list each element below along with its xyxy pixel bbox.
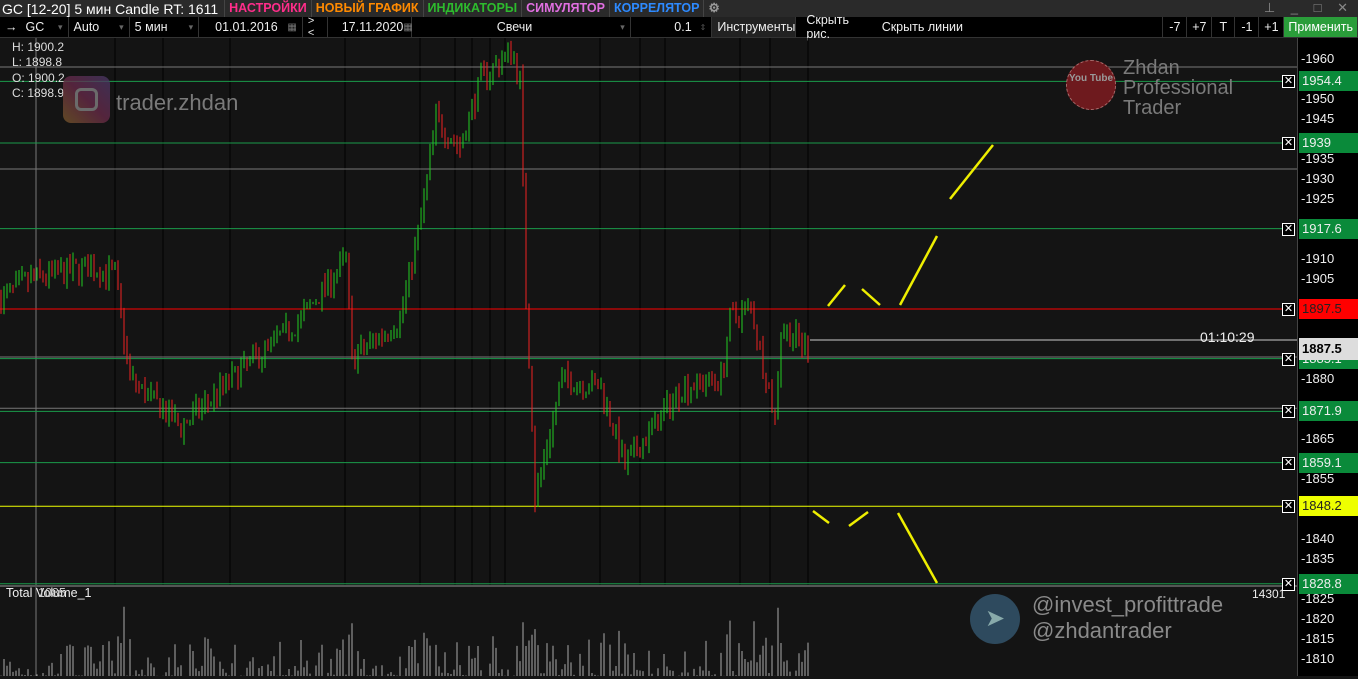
minus7-button[interactable]: -7: [1163, 17, 1188, 37]
plus1-button[interactable]: +1: [1259, 17, 1285, 37]
last-price-label: 1887.5: [1299, 338, 1358, 360]
y-tick-label: -1835: [1301, 551, 1335, 566]
y-tick-label: -1960: [1301, 51, 1335, 66]
projection-line: [949, 144, 994, 200]
chart-type-select[interactable]: Свечи: [412, 17, 631, 37]
remove-level-icon[interactable]: ✕: [1282, 75, 1295, 89]
hide-lines-button[interactable]: Скрыть линии: [872, 17, 1164, 37]
scale-select[interactable]: Auto: [69, 17, 130, 37]
y-tick-label: -1865: [1301, 431, 1335, 446]
y-tick-label: -1950: [1301, 91, 1335, 106]
youtube-watermark: Zhdan Professional Trader: [1123, 57, 1234, 119]
y-tick-label: -1905: [1301, 271, 1335, 286]
ohlc-low: L: 1898.8: [12, 55, 63, 69]
remove-level-icon[interactable]: ✕: [1282, 303, 1295, 316]
date-from-input[interactable]: 01.01.2016 ▦: [199, 17, 303, 37]
y-tick-label: -1935: [1301, 151, 1335, 166]
y-tick-label: -1815: [1301, 631, 1335, 646]
youtube-logo: You Tube: [1066, 60, 1116, 110]
toolbar: →GC Auto 5 мин 01.01.2016▦ > < 17.11.202…: [0, 13, 1358, 41]
y-tick-label: -1945: [1301, 111, 1335, 126]
symbol-select[interactable]: → GC: [0, 17, 69, 37]
candle-timer: 01:10:29: [1200, 329, 1255, 345]
remove-level-icon[interactable]: ✕: [1282, 352, 1295, 366]
minus1-button[interactable]: -1: [1235, 17, 1260, 37]
step-input[interactable]: 0.1 ⇕: [631, 17, 713, 37]
remove-level-icon[interactable]: ✕: [1282, 222, 1295, 236]
y-tick-label: -1840: [1301, 531, 1335, 546]
level-price-label[interactable]: 1939: [1299, 133, 1358, 153]
plus7-button[interactable]: +7: [1187, 17, 1213, 37]
menu-simulator[interactable]: СИМУЛЯТОР: [521, 0, 609, 17]
calendar-icon[interactable]: ▦: [287, 22, 296, 33]
price-axis[interactable]: -1810 -1815 -1820 -1825 -1835 -1840 -1855 -1865…: [1297, 38, 1358, 676]
menu-correlator[interactable]: КОРРЕЛЯТОР: [608, 0, 704, 17]
ohlc-close: C: 1898.9: [12, 86, 65, 100]
level-price-label[interactable]: 1917.6: [1299, 218, 1358, 239]
projection-line: [898, 235, 939, 306]
hide-drawings-button[interactable]: Скрыть рис.: [796, 13, 871, 41]
remove-level-icon[interactable]: ✕: [1282, 405, 1295, 419]
timeframe-select[interactable]: 5 мин: [130, 17, 200, 37]
projection-line: [896, 512, 939, 584]
menu-settings[interactable]: НАСТРОЙКИ: [224, 0, 311, 17]
price-chart[interactable]: H: 1900.2 L: 1898.8 O: 1900.2 C: 1898.9 …: [0, 38, 1297, 676]
menu-indicators[interactable]: ИНДИКАТОРЫ: [422, 0, 522, 17]
projection-line: [827, 284, 846, 307]
level-price-label[interactable]: 1828.8: [1299, 573, 1358, 594]
sync-dates-button[interactable]: > <: [303, 15, 328, 39]
volume-max: 14301: [1252, 587, 1286, 601]
y-tick-label: -1820: [1301, 611, 1335, 626]
chart-canvas[interactable]: [0, 38, 1297, 676]
volume-overlay-value: 1085: [38, 586, 66, 600]
y-tick-label: -1910: [1301, 251, 1335, 266]
projection-line: [848, 510, 869, 528]
remove-level-icon[interactable]: ✕: [1282, 456, 1295, 470]
remove-level-icon[interactable]: ✕: [1282, 577, 1295, 591]
date-to-input[interactable]: 17.11.2020 ▦: [328, 17, 413, 37]
ohlc-open: O: 1900.2: [12, 71, 65, 85]
remove-level-icon[interactable]: ✕: [1282, 500, 1295, 514]
telegram-icon: ➤: [970, 594, 1020, 644]
projection-line: [861, 288, 881, 306]
apply-button[interactable]: Применить: [1284, 17, 1358, 37]
window-title: GC [12-20] 5 мин Candle RT: 1611: [2, 0, 219, 17]
level-price-label[interactable]: 1859.1: [1299, 452, 1358, 473]
level-price-label[interactable]: 1954.4: [1299, 71, 1358, 92]
y-tick-label: -1880: [1301, 371, 1335, 386]
window-controls[interactable]: ⊥ _ □ ✕: [1264, 0, 1354, 16]
projection-line: [812, 510, 830, 524]
instagram-watermark: trader.zhdan: [116, 90, 239, 115]
y-tick-label: -1930: [1301, 171, 1335, 186]
title-bar: GC [12-20] 5 мин Candle RT: 1611 НАСТРОЙ…: [0, 0, 1358, 17]
level-price-label[interactable]: 1871.9: [1299, 401, 1358, 422]
y-tick-label: -1810: [1301, 651, 1335, 666]
telegram-watermark: @invest_profittrade @zhdantrader: [1032, 592, 1224, 643]
remove-level-icon[interactable]: ✕: [1282, 137, 1295, 150]
y-tick-label: -1925: [1301, 191, 1335, 206]
instagram-logo: [63, 76, 110, 123]
y-tick-label: -1855: [1301, 471, 1335, 486]
arrow-icon: →: [5, 20, 18, 34]
t-button[interactable]: T: [1212, 17, 1236, 37]
instruments-button[interactable]: Инструменты: [712, 17, 797, 37]
level-price-label[interactable]: 1897.5: [1299, 299, 1358, 319]
menu-new-chart[interactable]: НОВЫЙ ГРАФИК: [310, 0, 423, 17]
ohlc-high: H: 1900.2: [12, 40, 65, 54]
gear-icon[interactable]: ⚙: [703, 0, 723, 17]
level-price-label[interactable]: 1848.2: [1299, 496, 1358, 517]
